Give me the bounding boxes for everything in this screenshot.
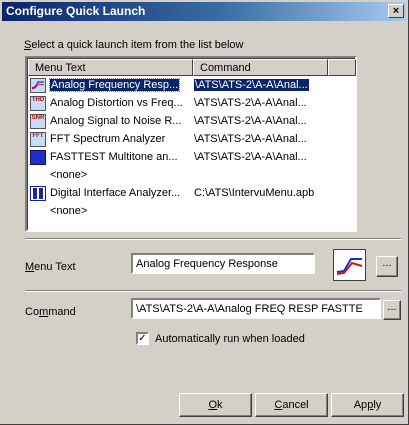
item-menu-text: <none> xyxy=(50,169,88,181)
graph-preview-icon[interactable] xyxy=(333,249,366,281)
auto-run-checkbox[interactable]: ✓ xyxy=(136,332,149,345)
item-command: \ATS\ATS-2\A-A\Anal... xyxy=(194,97,307,109)
apply-label-pre: Ap xyxy=(353,399,368,411)
separator xyxy=(25,290,401,292)
title-bar: Configure Quick Launch × xyxy=(2,2,406,21)
preview-graph xyxy=(336,258,363,275)
fft-icon: FFT xyxy=(30,132,46,147)
window-title: Configure Quick Launch xyxy=(6,4,146,18)
thd-icon: THD xyxy=(30,96,46,111)
auto-run-label[interactable]: Automatically run when loaded xyxy=(155,333,305,345)
menu-text-browse-button[interactable]: ... xyxy=(376,256,398,277)
cancel-label: ancel xyxy=(282,399,309,411)
item-command: C:\ATS\IntervuMenu.apb xyxy=(194,187,315,199)
command-label-pre: Co xyxy=(25,306,40,318)
cancel-button[interactable]: Cancel xyxy=(255,393,328,417)
command-browse-button[interactable]: ... xyxy=(383,300,401,320)
quick-launch-list[interactable]: Menu Text Command Analog Frequency Resp.… xyxy=(25,56,357,232)
item-menu-text: Analog Signal to Noise R... xyxy=(50,115,182,127)
ok-label: k xyxy=(217,399,223,411)
ok-mnemonic: O xyxy=(208,399,218,411)
frequency-response-graph xyxy=(31,81,45,90)
list-item[interactable]: Analog Frequency Resp... \ATS\ATS-2\A-A\… xyxy=(28,77,354,95)
list-item[interactable]: FASTTEST Multitone an... \ATS\ATS-2\A-A\… xyxy=(28,149,354,167)
command-field[interactable]: \ATS\ATS-2\A-A\Analog FREQ RESP FASTTE xyxy=(131,298,381,319)
item-menu-text: FASTTEST Multitone an... xyxy=(50,151,178,163)
snr-icon: SNR xyxy=(30,114,46,129)
list-item[interactable]: THD Analog Distortion vs Freq... \ATS\AT… xyxy=(28,95,354,113)
list-item[interactable]: FFT FFT Spectrum Analyzer \ATS\ATS-2\A-A… xyxy=(28,131,354,149)
list-item[interactable]: Digital Interface Analyzer... C:\ATS\Int… xyxy=(28,185,354,203)
list-prompt: Select a quick launch item from the list… xyxy=(24,39,244,51)
menu-text-field[interactable]: Analog Frequency Response xyxy=(131,253,315,274)
item-command: \ATS\ATS-2\A-A\Anal... xyxy=(194,79,309,91)
list-item[interactable]: <none> xyxy=(28,203,354,221)
item-command: \ATS\ATS-2\A-A\Anal... xyxy=(194,133,307,145)
apply-label-rest: ly xyxy=(373,399,382,411)
item-menu-text: Analog Distortion vs Freq... xyxy=(50,97,183,109)
item-menu-text: Analog Frequency Resp... xyxy=(48,78,181,92)
command-label-post: mand xyxy=(48,306,76,318)
item-menu-text: <none> xyxy=(50,205,88,217)
apply-button[interactable]: Apply xyxy=(331,393,404,417)
list-rows: Analog Frequency Resp... \ATS\ATS-2\A-A\… xyxy=(28,77,354,221)
item-command: \ATS\ATS-2\A-A\Anal... xyxy=(194,151,307,163)
menu-text-label: Menu Text xyxy=(25,261,76,273)
item-command: \ATS\ATS-2\A-A\Anal... xyxy=(194,115,307,127)
ok-button[interactable]: Ok xyxy=(179,393,252,417)
frequency-response-icon xyxy=(30,78,46,93)
item-menu-text: Digital Interface Analyzer... xyxy=(50,187,181,199)
close-button[interactable]: × xyxy=(388,4,404,18)
column-header-command[interactable]: Command xyxy=(193,59,328,76)
prompt-text: elect a quick launch item from the list … xyxy=(31,39,244,51)
command-mnemonic: m xyxy=(39,306,49,318)
list-item[interactable]: <none> xyxy=(28,167,354,185)
menu-text-label-rest: enu Text xyxy=(34,261,76,273)
separator xyxy=(25,238,401,240)
digital-interface-icon xyxy=(30,186,46,201)
list-item[interactable]: SNR Analog Signal to Noise R... \ATS\ATS… xyxy=(28,113,354,131)
menu-text-mnemonic: M xyxy=(25,261,35,273)
column-header-filler xyxy=(328,59,356,76)
list-header: Menu Text Command xyxy=(28,59,356,76)
item-menu-text: FFT Spectrum Analyzer xyxy=(50,133,166,145)
multitone-icon xyxy=(30,150,46,165)
command-label: Command xyxy=(25,306,76,318)
configure-quick-launch-dialog: Configure Quick Launch × Select a quick … xyxy=(0,0,409,425)
column-header-menu-text[interactable]: Menu Text xyxy=(28,59,193,76)
